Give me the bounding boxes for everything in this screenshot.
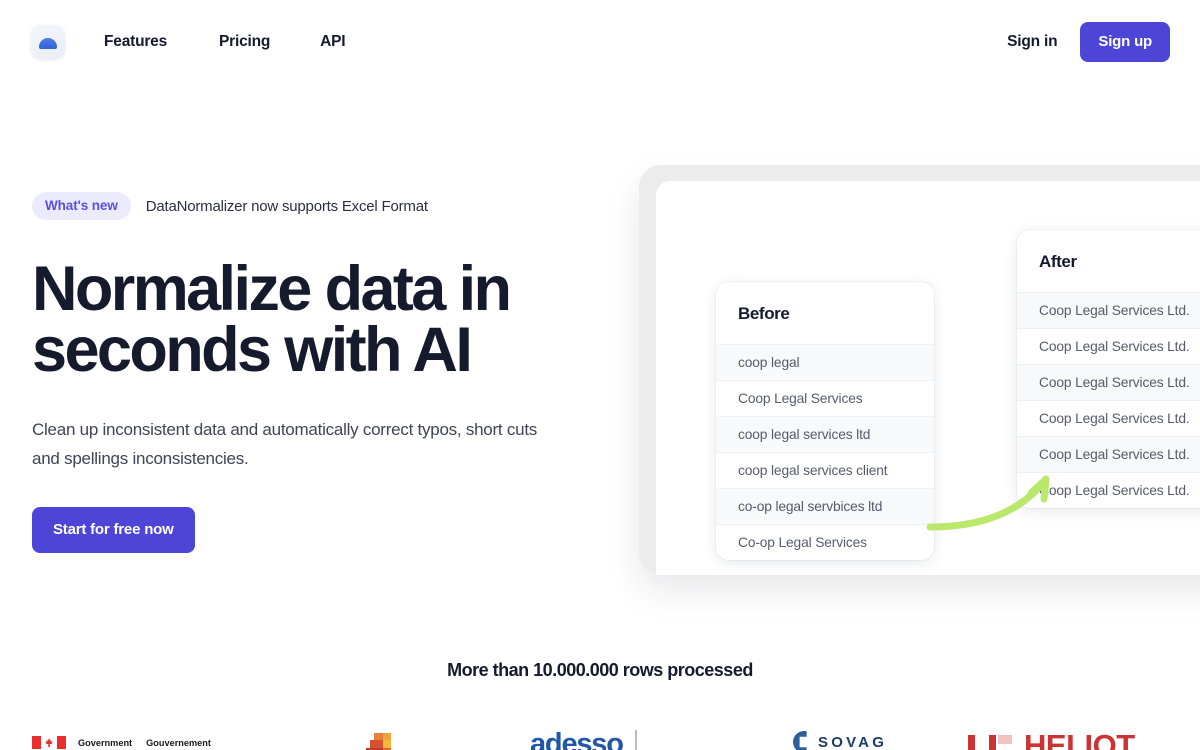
heliot-logo: HELIOT xyxy=(968,728,1135,750)
gouvernement-label: Gouvernement xyxy=(146,737,211,748)
nav-left-group: Features Pricing API xyxy=(0,25,346,59)
brand-logo-icon[interactable] xyxy=(31,25,65,59)
orange-blocks-logo xyxy=(360,730,404,750)
table-row: coop legal xyxy=(716,344,934,380)
nav-right-group: Sign in Sign up xyxy=(1007,22,1170,62)
blocks-icon xyxy=(366,733,391,750)
adesso-wordmark: adesso xyxy=(530,728,624,750)
nav-links: Features Pricing API xyxy=(104,33,346,51)
start-for-free-button[interactable]: Start for free now xyxy=(32,507,195,553)
before-card: Before coop legal Coop Legal Services co… xyxy=(716,282,934,560)
hero-subtext: Clean up inconsistent data and automatic… xyxy=(32,420,538,468)
sovag-logo: SOVAG xyxy=(793,731,887,750)
sovag-wordmark: SOVAG xyxy=(818,733,888,750)
hero-headline: Normalize data in seconds with AI xyxy=(32,254,512,385)
table-row: Coop Legal Services Ltd. xyxy=(1017,436,1200,472)
government-label: Government xyxy=(78,737,133,748)
table-row: Coop Legal Services Ltd. xyxy=(1017,400,1200,436)
table-row: Coop Legal Services Ltd. xyxy=(1017,328,1200,364)
logo-dome-shape xyxy=(39,38,57,49)
heliot-wordmark: HELIOT xyxy=(1024,728,1135,750)
table-row: Coop Legal Services xyxy=(716,380,934,416)
heliot-mark-icon xyxy=(968,733,1014,750)
hero-copy-column: What's new DataNormalizer now supports E… xyxy=(32,192,612,553)
before-card-title: Before xyxy=(738,304,790,323)
customer-logo-strip: Government Gouvernement adesso SOVAG HEL… xyxy=(0,726,1200,750)
after-card: After Coop Legal Services Ltd. Coop Lega… xyxy=(1017,230,1200,508)
whats-new-announcement[interactable]: What's new DataNormalizer now supports E… xyxy=(32,192,612,220)
table-row: Co-op Legal Services xyxy=(716,524,934,560)
table-row: co-op legal servbices ltd xyxy=(716,488,934,524)
sign-up-button[interactable]: Sign up xyxy=(1080,22,1170,62)
table-row: coop legal services client xyxy=(716,452,934,488)
table-row: Coop Legal Services Ltd. xyxy=(1017,292,1200,328)
nav-item-pricing[interactable]: Pricing xyxy=(219,33,270,51)
government-of-canada-logo: Government Gouvernement xyxy=(32,736,211,749)
social-proof-title: More than 10.000.000 rows processed xyxy=(447,660,753,680)
landing-page: Features Pricing API Sign in Sign up Wha… xyxy=(0,0,1200,750)
table-row: coop legal services ltd xyxy=(716,416,934,452)
adesso-divider xyxy=(634,729,637,750)
nav-item-features[interactable]: Features xyxy=(104,33,167,51)
top-navigation-bar: Features Pricing API Sign in Sign up xyxy=(0,0,1200,84)
demo-panel-frame: Before coop legal Coop Legal Services co… xyxy=(639,165,1200,575)
table-row: Coop Legal Services Ltd. xyxy=(1017,472,1200,508)
after-card-title: After xyxy=(1039,252,1077,271)
nav-item-api[interactable]: API xyxy=(320,33,345,51)
table-row: Coop Legal Services Ltd. xyxy=(1017,364,1200,400)
whats-new-badge[interactable]: What's new xyxy=(32,192,131,220)
canada-flag-icon xyxy=(32,736,66,749)
sign-in-link[interactable]: Sign in xyxy=(1007,33,1057,51)
whats-new-text: DataNormalizer now supports Excel Format xyxy=(145,197,428,215)
demo-panel-surface: Before coop legal Coop Legal Services co… xyxy=(656,181,1200,575)
adesso-logo: adesso xyxy=(530,728,637,750)
sovag-c-icon xyxy=(793,731,807,750)
